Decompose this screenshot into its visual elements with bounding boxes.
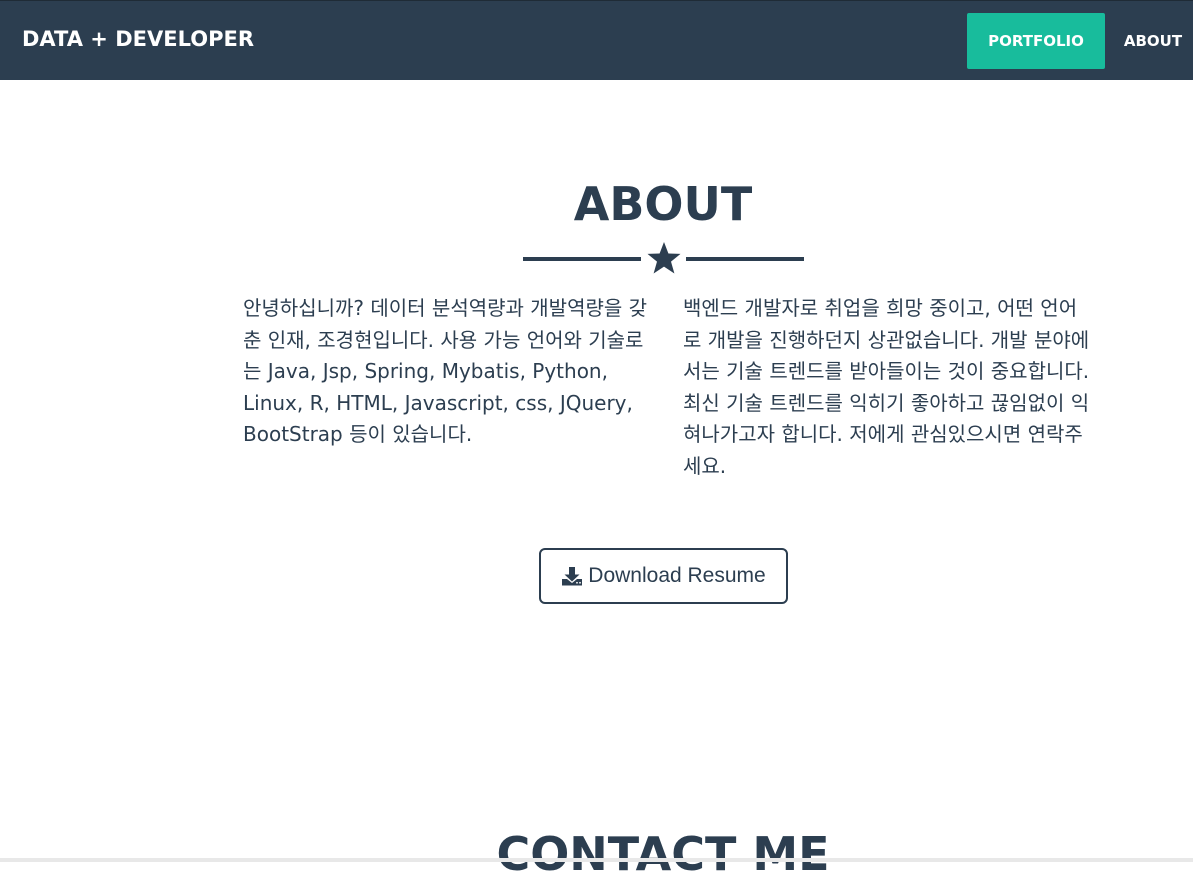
download-resume-button[interactable]: Download Resume: [539, 548, 788, 604]
about-paragraph-left: 안녕하십니까? 데이터 분석역량과 개발역량을 갖춘 인재, 조경현입니다. 사…: [243, 296, 648, 446]
divider-line-right: [686, 257, 804, 261]
divider-line-left: [523, 257, 641, 261]
nav-item-portfolio[interactable]: PORTFOLIO: [967, 13, 1105, 69]
nav-item-about[interactable]: ABOUT: [1111, 13, 1193, 69]
top-navbar: DATA + DEVELOPER PORTFOLIO ABOUT: [0, 0, 1193, 80]
about-paragraph-right: 백엔드 개발자로 취업을 희망 중이고, 어떤 언어로 개발을 진행하던지 상관…: [683, 296, 1090, 478]
download-icon: [562, 567, 583, 586]
star-divider: [523, 240, 804, 276]
brand-link[interactable]: DATA + DEVELOPER: [22, 27, 254, 51]
download-button-label: Download Resume: [588, 564, 766, 587]
window-bottom-edge: [0, 858, 1193, 862]
about-heading: ABOUT: [573, 177, 753, 231]
contact-heading: CONTACT ME: [496, 827, 830, 881]
star-icon: [647, 242, 681, 274]
